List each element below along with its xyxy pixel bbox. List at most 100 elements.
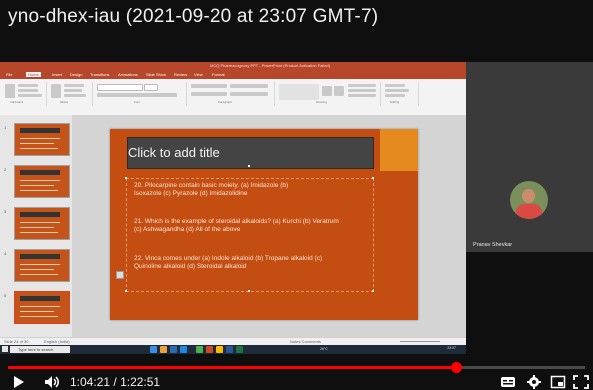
status-notes-comments[interactable]: Notes Comments [290, 339, 321, 344]
fullscreen-icon[interactable] [573, 375, 589, 389]
powerpoint-icon[interactable] [206, 346, 213, 353]
font-format-buttons[interactable] [97, 93, 177, 97]
mail-icon[interactable] [180, 346, 187, 353]
ppt-titlebar: MCQ Pharmacognosy PPT - PowerPoint (Prod… [0, 62, 466, 71]
bullet-q20-line2: Isoxazole (c) Pyrazole (d) Imidazolidine [134, 190, 248, 197]
windows-start-icon[interactable] [2, 346, 8, 352]
reset-icon[interactable] [64, 89, 82, 92]
settings-icon[interactable] [526, 375, 542, 389]
taskbar-search-placeholder: Type here to search [18, 347, 54, 352]
bullet-q21-line2: (c) Ashwagandha (d) All of the above [134, 226, 241, 233]
tab-animations[interactable]: Animations [118, 72, 138, 77]
time-display: 1:04:21 / 1:22:51 [70, 375, 160, 389]
time-separator: / [110, 375, 121, 389]
font-name-select[interactable] [97, 84, 143, 91]
tab-view[interactable]: View [194, 72, 203, 77]
taskbar-clock: 23:07 [447, 346, 456, 350]
time-total: 1:22:51 [120, 375, 161, 389]
tab-transitions[interactable]: Transitions [90, 72, 109, 77]
participant-name: Pranav Shevkar [473, 242, 513, 248]
participant-tile [466, 62, 593, 252]
taskbar-search[interactable]: Type here to search [10, 346, 70, 353]
tab-home[interactable]: Home [26, 72, 41, 77]
ppt-ribbon: Clipboard Slides Font Paragraph Drawing … [0, 79, 466, 116]
find-icon[interactable] [385, 84, 405, 87]
ribbon-group-font: Font [94, 82, 187, 106]
ribbon-label-slides: Slides [60, 100, 69, 104]
list-buttons[interactable] [191, 84, 227, 88]
shape-fill-icon[interactable] [348, 84, 376, 87]
slide-thumbnail[interactable] [14, 249, 70, 282]
store-icon[interactable] [170, 346, 177, 353]
smartart-icon[interactable] [230, 92, 268, 96]
status-slide-number: Slide 24 of 30 [4, 339, 29, 344]
volume-icon[interactable] [44, 375, 62, 389]
bullet-q20-line1: 20. Pilocarpine contain basic moiety. (a… [134, 182, 289, 189]
tab-insert[interactable]: Insert [52, 72, 62, 77]
arrange-icon[interactable] [322, 86, 332, 96]
video-title: yno-dhex-iau (2021-09-20 at 23:07 GMT-7) [8, 6, 379, 27]
autofit-options-icon[interactable] [116, 271, 124, 279]
shapes-gallery[interactable] [279, 84, 319, 100]
slide-accent-block [380, 129, 418, 171]
file-explorer-icon[interactable] [160, 346, 167, 353]
chrome-icon[interactable] [216, 346, 223, 353]
time-current: 1:04:21 [70, 375, 111, 389]
text-direction-icon[interactable] [230, 84, 268, 88]
ribbon-group-drawing: Drawing [276, 82, 381, 106]
tab-review[interactable]: Review [174, 72, 187, 77]
copy-icon[interactable] [18, 89, 38, 92]
layout-icon[interactable] [64, 84, 84, 87]
new-slide-icon[interactable] [51, 84, 61, 98]
thumb-number: 5 [4, 293, 7, 298]
ribbon-label-clipboard: Clipboard [10, 100, 23, 104]
slide-thumbnail-selected[interactable] [14, 291, 70, 324]
tab-file[interactable]: File [6, 72, 12, 77]
taskbar-temperature: 26°C [320, 347, 328, 351]
app-icon[interactable] [196, 346, 203, 353]
thumb-number: 4 [4, 251, 7, 256]
tab-design[interactable]: Design [70, 72, 82, 77]
rotate-handle[interactable] [248, 165, 250, 167]
font-size-select[interactable] [144, 84, 158, 91]
slide-thumbnail[interactable] [14, 165, 70, 198]
tab-format[interactable]: Format [212, 72, 225, 77]
status-language: English (India) [44, 339, 70, 344]
ribbon-label-paragraph: Paragraph [218, 100, 233, 104]
ribbon-label-editing: Editing [390, 100, 400, 104]
select-icon[interactable] [385, 94, 405, 97]
replace-icon[interactable] [385, 89, 409, 92]
cut-icon[interactable] [18, 84, 38, 87]
ppt-window-title: MCQ Pharmacognosy PPT - PowerPoint (Prod… [210, 63, 330, 68]
ribbon-group-clipboard: Clipboard [2, 82, 47, 106]
slide-thumbnail[interactable] [14, 123, 70, 156]
thumb-number: 2 [4, 167, 7, 172]
miniplayer-icon[interactable] [550, 375, 566, 389]
ribbon-group-slides: Slides [48, 82, 93, 106]
subtitles-icon[interactable] [500, 375, 516, 389]
bullet-q21-line1: 21. Which is the example of steroidal al… [134, 218, 339, 225]
shared-screen: MCQ Pharmacognosy PPT - PowerPoint (Prod… [0, 62, 466, 354]
browser-icon[interactable] [150, 346, 157, 353]
shape-effects-icon[interactable] [348, 94, 376, 97]
play-icon[interactable] [14, 376, 24, 388]
ribbon-label-font: Font [134, 100, 141, 104]
ppt-ribbon-tabs: File Home Insert Design Transitions Anim… [0, 71, 466, 79]
quick-styles-icon[interactable] [334, 86, 344, 96]
bullet-q22-line2: Quinoline alkaloid (d) Steroidal alkaloi… [134, 263, 247, 270]
word-icon[interactable] [226, 346, 233, 353]
format-painter-icon[interactable] [18, 94, 42, 97]
slide-thumbnail[interactable] [14, 207, 70, 240]
progress-scrubber[interactable] [450, 362, 462, 373]
paste-icon[interactable] [5, 84, 15, 98]
ribbon-label-drawing: Drawing [316, 100, 328, 104]
windows-taskbar: Type here to search 26°C 23:07 [0, 345, 466, 354]
excel-icon[interactable] [236, 346, 243, 353]
progress-fill [8, 366, 457, 369]
tab-slide-show[interactable]: Slide Show [146, 72, 166, 77]
current-slide[interactable]: Click to add title 20. Pilocarpine conta… [110, 129, 418, 320]
shape-outline-icon[interactable] [348, 89, 376, 92]
section-icon[interactable] [64, 94, 86, 97]
align-buttons[interactable] [191, 92, 227, 96]
zoom-slider[interactable] [400, 341, 440, 342]
